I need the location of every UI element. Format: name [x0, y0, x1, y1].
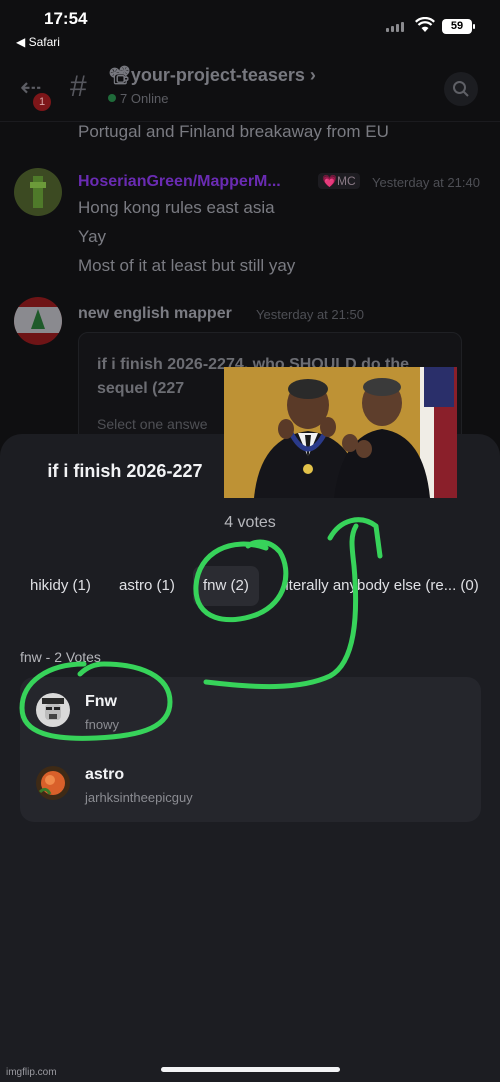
- channel-hash-icon: #: [70, 70, 87, 103]
- message-line: Most of it at least but still yay: [78, 256, 296, 275]
- cellular-signal-icon: [386, 22, 406, 32]
- list-item[interactable]: astro jarhksintheepicguy: [20, 750, 481, 822]
- battery-icon: 59: [442, 19, 475, 34]
- channel-header: ⇠ 1 # 📽your-project-teasers › 7 Online: [0, 56, 500, 122]
- tab-astro[interactable]: astro (1): [109, 566, 185, 606]
- message-author[interactable]: new english mapper: [78, 305, 232, 323]
- message-timestamp: Yesterday at 21:40: [372, 175, 480, 190]
- voter-display-name: astro: [85, 766, 125, 783]
- unread-badge: 1: [33, 93, 51, 111]
- imgflip-watermark: imgflip.com: [6, 1067, 57, 1078]
- message-line: Portugal and Finland breakaway from EU: [78, 122, 389, 141]
- wifi-icon: [415, 17, 435, 32]
- list-item[interactable]: Fnw fnowy: [20, 677, 481, 749]
- channel-name[interactable]: 📽your-project-teasers ›: [108, 65, 316, 86]
- tab-fnw[interactable]: fnw (2): [193, 566, 259, 606]
- avatar: [36, 766, 70, 800]
- voter-display-name: Fnw: [85, 693, 117, 710]
- online-count: 7 Online: [120, 91, 169, 106]
- status-bar: 17:54 ◀ Safari 59: [0, 0, 500, 56]
- tab-anybody-else[interactable]: literally anybody else (re... (0): [272, 566, 489, 606]
- message-line: Yay: [78, 227, 107, 246]
- vote-count: 4 votes: [224, 514, 276, 531]
- back-to-safari-link[interactable]: ◀ Safari: [16, 35, 60, 49]
- voter-username: jarhksintheepicguy: [85, 790, 193, 805]
- search-icon: [453, 81, 469, 97]
- poll-results-sheet: if i finish 2026-227 sequel (2273-2304) …: [0, 434, 500, 1082]
- tab-hikidy[interactable]: hikidy (1): [20, 566, 101, 606]
- avatar: [36, 693, 70, 727]
- search-button[interactable]: [444, 72, 478, 106]
- voter-username: fnowy: [85, 717, 119, 732]
- message-line: Hong kong rules east asia: [78, 198, 275, 217]
- voters-list: Fnw fnowy astro jarhksintheepicguy: [20, 677, 481, 822]
- meme-image: [224, 367, 457, 498]
- avatar[interactable]: [14, 168, 62, 216]
- role-badge: 💗MC: [318, 173, 360, 189]
- poll-hint: Select one answe: [97, 416, 208, 432]
- message-author[interactable]: HoserianGreen/MapperM...: [78, 173, 281, 191]
- home-indicator[interactable]: [161, 1067, 340, 1072]
- avatar[interactable]: [14, 297, 62, 345]
- clock: 17:54: [44, 9, 88, 28]
- online-dot-icon: [108, 94, 116, 102]
- voters-list-title: fnw - 2 Votes: [20, 649, 101, 665]
- message-timestamp: Yesterday at 21:50: [256, 307, 364, 322]
- answer-tabs: hikidy (1) astro (1) fnw (2) literally a…: [0, 566, 500, 606]
